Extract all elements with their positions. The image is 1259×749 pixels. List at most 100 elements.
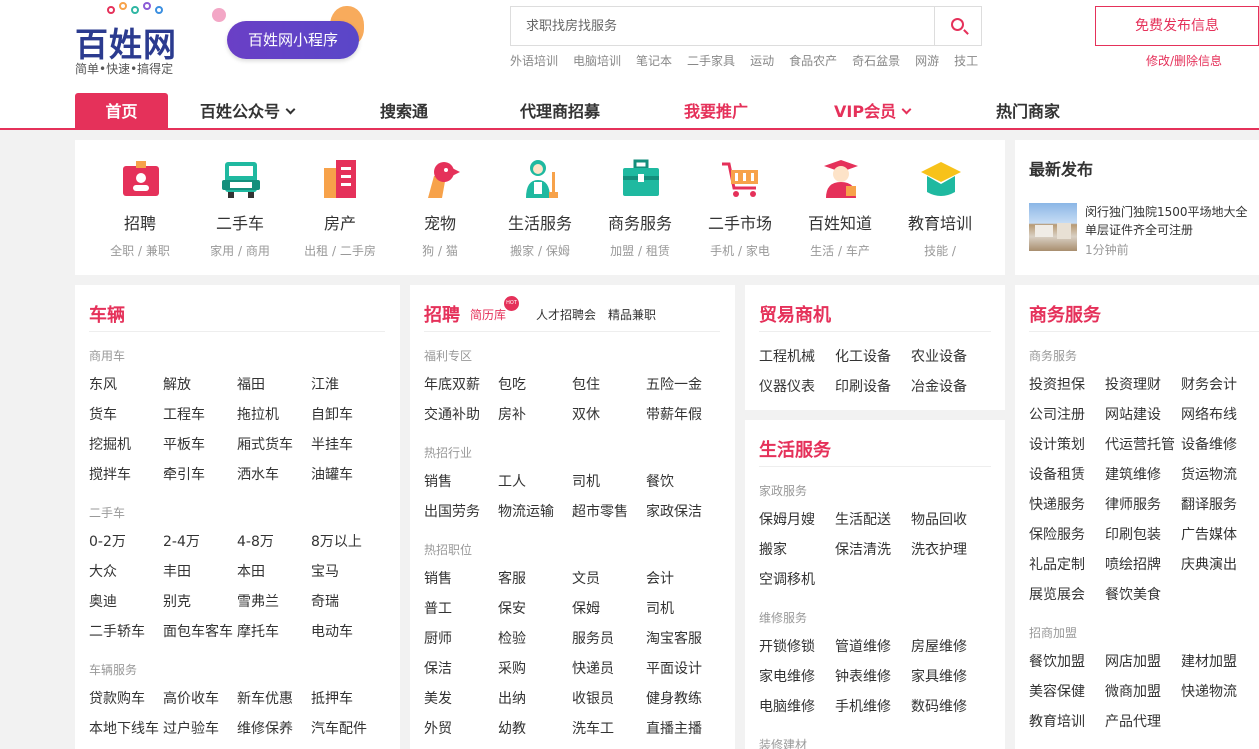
link[interactable]: 解放 — [163, 370, 237, 400]
link[interactable]: 投资理财 — [1105, 370, 1181, 400]
link[interactable]: 牵引车 — [163, 460, 237, 490]
category-life-service[interactable]: 生活服务 搬家 / 保姆 — [490, 140, 590, 275]
link[interactable]: 快递服务 — [1029, 490, 1105, 520]
category-knowledge[interactable]: 百姓知道 生活 / 车产 — [790, 140, 890, 275]
link[interactable]: 8万以上 — [311, 527, 385, 557]
nav-search-pass[interactable]: 搜索通 — [380, 93, 428, 128]
link[interactable]: 数码维修 — [911, 692, 987, 722]
link[interactable]: 抵押车 — [311, 684, 385, 714]
link[interactable]: 工程机械 — [759, 342, 835, 372]
link[interactable]: 农业设备 — [911, 342, 987, 372]
link[interactable]: 翻译服务 — [1181, 490, 1257, 520]
mini-program-button[interactable]: 百姓网小程序 — [227, 21, 359, 59]
modify-delete-link[interactable]: 修改/删除信息 — [1146, 52, 1222, 69]
link[interactable]: 洗车工 — [572, 714, 646, 744]
link[interactable]: 东风 — [89, 370, 163, 400]
link[interactable]: 丰田 — [163, 557, 237, 587]
publish-button[interactable]: 免费发布信息 — [1095, 6, 1259, 46]
link[interactable]: 广告媒体 — [1181, 520, 1257, 550]
link[interactable]: 美发 — [424, 684, 498, 714]
link[interactable]: 印刷设备 — [835, 372, 911, 402]
link[interactable]: 带薪年假 — [646, 400, 720, 430]
link[interactable]: 房屋维修 — [911, 632, 987, 662]
link[interactable]: 保洁 — [424, 654, 498, 684]
link[interactable]: 采购 — [498, 654, 572, 684]
link[interactable]: 奥迪 — [89, 587, 163, 617]
link[interactable]: 房补 — [498, 400, 572, 430]
link[interactable]: 江淮 — [311, 370, 385, 400]
link[interactable]: 设计策划 — [1029, 430, 1105, 460]
link[interactable]: 面包车客车 — [163, 617, 237, 647]
link[interactable]: 本地下线车 — [89, 714, 163, 744]
nav-promote[interactable]: 我要推广 — [684, 93, 748, 128]
hotword-link[interactable]: 外语培训 — [510, 54, 558, 68]
link[interactable]: 保险服务 — [1029, 520, 1105, 550]
hotword-link[interactable]: 运动 — [750, 54, 774, 68]
link[interactable]: 贷款购车 — [89, 684, 163, 714]
link[interactable]: 仪器仪表 — [759, 372, 835, 402]
link[interactable]: 货车 — [89, 400, 163, 430]
link[interactable]: 超市零售 — [572, 497, 646, 527]
link[interactable]: 钟表维修 — [835, 662, 911, 692]
link[interactable]: 财务会计 — [1181, 370, 1257, 400]
link[interactable]: 奇瑞 — [311, 587, 385, 617]
link[interactable]: 大众 — [89, 557, 163, 587]
link[interactable]: 健身教练 — [646, 684, 720, 714]
link[interactable]: 客服 — [498, 564, 572, 594]
logo[interactable]: 百姓网 简单•快速•搞得定 — [75, 2, 195, 76]
link[interactable]: 快递员 — [572, 654, 646, 684]
link[interactable]: 产品代理 — [1105, 707, 1181, 737]
link[interactable]: 化工设备 — [835, 342, 911, 372]
hotword-link[interactable]: 笔记本 — [636, 54, 672, 68]
link[interactable]: 双休 — [572, 400, 646, 430]
link[interactable]: 公司注册 — [1029, 400, 1105, 430]
category-secondhand[interactable]: 二手市场 手机 / 家电 — [690, 140, 790, 275]
link[interactable]: 司机 — [572, 467, 646, 497]
link[interactable]: 油罐车 — [311, 460, 385, 490]
link[interactable]: 4-8万 — [237, 527, 311, 557]
link[interactable]: 保安 — [498, 594, 572, 624]
tab-talent-fair[interactable]: 人才招聘会 — [536, 308, 596, 322]
link[interactable]: 过户验车 — [163, 714, 237, 744]
link[interactable]: 司机 — [646, 594, 720, 624]
link[interactable]: 餐饮加盟 — [1029, 647, 1105, 677]
link[interactable]: 快递物流 — [1181, 677, 1257, 707]
tab-resume[interactable]: 简历库 HOT — [470, 296, 519, 322]
link[interactable]: 厢式货车 — [237, 430, 311, 460]
panel-title[interactable]: 车辆 — [89, 301, 125, 327]
link[interactable]: 投资担保 — [1029, 370, 1105, 400]
mini-program-banner[interactable]: 百姓网小程序 — [212, 2, 372, 72]
category-business[interactable]: 商务服务 加盟 / 租赁 — [590, 140, 690, 275]
category-education[interactable]: 教育培训 技能 / — [890, 140, 990, 275]
link[interactable]: 物流运输 — [498, 497, 572, 527]
hotword-link[interactable]: 电脑培训 — [573, 54, 621, 68]
link[interactable]: 淘宝客服 — [646, 624, 720, 654]
link[interactable]: 搅拌车 — [89, 460, 163, 490]
search-input[interactable] — [511, 7, 935, 45]
link[interactable]: 网店加盟 — [1105, 647, 1181, 677]
panel-title[interactable]: 生活服务 — [759, 436, 831, 462]
link[interactable]: 建材加盟 — [1181, 647, 1257, 677]
link[interactable]: 手机维修 — [835, 692, 911, 722]
panel-title[interactable]: 商务服务 — [1029, 301, 1101, 327]
link[interactable]: 设备维修 — [1181, 430, 1257, 460]
link[interactable]: 代运营托管 — [1105, 430, 1181, 460]
link[interactable]: 包住 — [572, 370, 646, 400]
link[interactable]: 设备租赁 — [1029, 460, 1105, 490]
hotword-link[interactable]: 技工 — [954, 54, 978, 68]
link[interactable]: 半挂车 — [311, 430, 385, 460]
link[interactable]: 宝马 — [311, 557, 385, 587]
hotword-link[interactable]: 食品农产 — [789, 54, 837, 68]
link[interactable]: 摩托车 — [237, 617, 311, 647]
link[interactable]: 销售 — [424, 564, 498, 594]
category-used-car[interactable]: 二手车 家用 / 商用 — [190, 140, 290, 275]
link[interactable]: 保洁清洗 — [835, 535, 911, 565]
tab-parttime[interactable]: 精品兼职 — [608, 308, 656, 322]
category-pet[interactable]: 宠物 狗 / 猫 — [390, 140, 490, 275]
link[interactable]: 平板车 — [163, 430, 237, 460]
link[interactable]: 别克 — [163, 587, 237, 617]
link[interactable]: 礼品定制 — [1029, 550, 1105, 580]
panel-title[interactable]: 招聘 — [424, 301, 460, 327]
link[interactable]: 开锁修锁 — [759, 632, 835, 662]
link[interactable]: 二手轿车 — [89, 617, 163, 647]
